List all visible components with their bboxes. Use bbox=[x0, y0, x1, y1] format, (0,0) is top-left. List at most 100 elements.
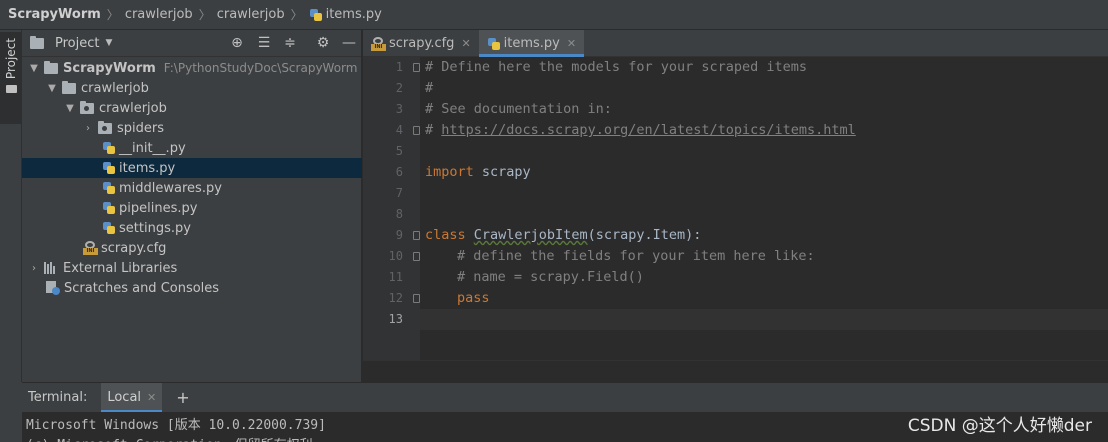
terminal-tab-label: Local bbox=[107, 390, 142, 405]
tree-item-label: items.py bbox=[119, 160, 176, 176]
code-area[interactable]: # Define here the models for your scrape… bbox=[420, 57, 1108, 360]
project-panel-header: Project ▼ ⊕ ☰ ≑ ⚙ — bbox=[22, 30, 361, 57]
chevron-down-icon[interactable]: ▼ bbox=[105, 38, 112, 48]
tree-item-label: settings.py bbox=[119, 220, 191, 236]
line-number: 7 bbox=[395, 186, 403, 200]
tree-item-label: crawlerjob bbox=[81, 80, 149, 96]
close-icon[interactable]: ✕ bbox=[567, 37, 576, 50]
folder-icon bbox=[5, 85, 17, 94]
line-number: 1 bbox=[395, 60, 403, 74]
terminal-title: Terminal: bbox=[28, 390, 88, 405]
breadcrumb-project[interactable]: ScrapyWorm bbox=[8, 7, 101, 22]
doc-link[interactable]: https://docs.scrapy.org/en/latest/topics… bbox=[441, 122, 856, 138]
code-editor[interactable]: 1 2 3 4 5 6 7 8 9 10 11 12 13 # Define h… bbox=[363, 57, 1108, 382]
line-number: 10 bbox=[388, 249, 403, 263]
breadcrumb-file[interactable]: items.py bbox=[326, 7, 382, 22]
chevron-down-icon[interactable]: ▼ bbox=[28, 63, 40, 74]
line-number: 5 bbox=[395, 144, 403, 158]
line-number: 6 bbox=[395, 165, 403, 179]
chevron-down-icon[interactable]: ▼ bbox=[46, 83, 58, 94]
python-file-icon bbox=[102, 161, 116, 175]
tree-item-label: crawlerjob bbox=[99, 100, 167, 116]
code-line: import scrapy bbox=[425, 162, 531, 183]
code-line: # Define here the models for your scrape… bbox=[425, 59, 808, 75]
left-tool-stripe: Project bbox=[0, 30, 22, 382]
left-tool-stripe-bottom bbox=[0, 382, 22, 442]
project-view-selector[interactable]: Project bbox=[55, 36, 99, 51]
python-file-icon bbox=[102, 181, 116, 195]
gear-icon[interactable]: ⚙ bbox=[314, 34, 332, 52]
tree-item-label: Scratches and Consoles bbox=[64, 280, 220, 296]
code-line: # See documentation in: bbox=[425, 101, 612, 117]
breadcrumb-folder[interactable]: crawlerjob bbox=[125, 7, 193, 22]
breadcrumb-separator-icon: 〉 bbox=[198, 8, 211, 22]
breadcrumb-separator-icon: 〉 bbox=[106, 8, 119, 22]
breadcrumb: ScrapyWorm 〉 crawlerjob 〉 crawlerjob 〉 i… bbox=[0, 0, 1108, 30]
tab-items-py[interactable]: items.py ✕ bbox=[478, 30, 585, 57]
code-line: # bbox=[425, 80, 434, 96]
editor-bottom-area bbox=[363, 360, 1108, 382]
locate-icon[interactable]: ⊕ bbox=[228, 34, 246, 52]
fold-icon[interactable] bbox=[413, 231, 420, 240]
fold-icon[interactable] bbox=[413, 252, 420, 261]
tree-item-scrapy-cfg[interactable]: INI scrapy.cfg bbox=[22, 238, 362, 258]
folder-icon bbox=[62, 80, 76, 94]
tree-item-spiders[interactable]: › spiders bbox=[22, 118, 362, 138]
config-file-icon: INI bbox=[83, 241, 98, 255]
python-file-icon bbox=[487, 37, 501, 51]
tree-item-label: spiders bbox=[117, 120, 165, 136]
collapse-all-icon[interactable]: ≑ bbox=[281, 34, 299, 52]
folder-icon bbox=[30, 35, 44, 49]
tree-item-crawlerjob-folder[interactable]: ▼ crawlerjob bbox=[22, 78, 362, 98]
line-number: 8 bbox=[395, 207, 403, 221]
keyword-token: class bbox=[425, 227, 466, 243]
code-line: pass bbox=[457, 290, 490, 306]
expand-all-icon[interactable]: ☰ bbox=[255, 34, 273, 52]
add-terminal-icon[interactable]: + bbox=[176, 388, 189, 407]
line-number: 9 bbox=[395, 228, 403, 242]
tab-label: scrapy.cfg bbox=[389, 36, 455, 51]
tree-item-pipelines-py[interactable]: pipelines.py bbox=[22, 198, 362, 218]
project-tool-button[interactable]: Project bbox=[0, 32, 22, 124]
tree-item-external-libraries[interactable]: › External Libraries bbox=[22, 258, 362, 278]
tree-item-label: pipelines.py bbox=[119, 200, 198, 216]
tree-item-init-py[interactable]: __init__.py bbox=[22, 138, 362, 158]
tree-item-scrapyworm[interactable]: ▼ ScrapyWorm F:\PythonStudyDoc\ScrapyWor… bbox=[22, 58, 362, 78]
chevron-right-icon[interactable]: › bbox=[28, 263, 40, 274]
fold-icon[interactable] bbox=[413, 126, 420, 135]
tree-item-items-py[interactable]: items.py bbox=[22, 158, 362, 178]
terminal-tab-local[interactable]: Local ✕ bbox=[101, 382, 163, 413]
tree-item-settings-py[interactable]: settings.py bbox=[22, 218, 362, 238]
tree-item-middlewares-py[interactable]: middlewares.py bbox=[22, 178, 362, 198]
comment-token: # bbox=[425, 122, 442, 138]
fold-icon[interactable] bbox=[413, 63, 420, 72]
identifier-token: (scrapy.Item): bbox=[587, 227, 702, 243]
chevron-right-icon[interactable]: › bbox=[82, 123, 94, 134]
terminal-line: Microsoft Windows [版本 10.0.22000.739] bbox=[26, 418, 326, 433]
terminal-header: Terminal: Local ✕ + bbox=[22, 382, 1108, 413]
close-icon[interactable]: ✕ bbox=[147, 391, 156, 404]
python-file-icon bbox=[102, 201, 116, 215]
python-file-icon bbox=[102, 221, 116, 235]
line-number-gutter: 1 2 3 4 5 6 7 8 9 10 11 12 13 bbox=[363, 57, 420, 360]
python-file-icon bbox=[309, 8, 323, 22]
tree-item-scratches[interactable]: Scratches and Consoles bbox=[22, 278, 362, 298]
tree-item-crawlerjob-package[interactable]: ▼ crawlerjob bbox=[22, 98, 362, 118]
breadcrumb-separator-icon: 〉 bbox=[290, 8, 303, 22]
tree-item-label: External Libraries bbox=[63, 260, 178, 276]
chevron-down-icon[interactable]: ▼ bbox=[64, 103, 76, 114]
config-file-icon: INI bbox=[371, 36, 386, 51]
project-panel: Project ▼ ⊕ ☰ ≑ ⚙ — ▼ ScrapyWorm F:\Pyth… bbox=[22, 30, 362, 382]
terminal-line: (c) Microsoft Corporation。保留所有权利。 bbox=[26, 434, 326, 442]
tree-item-label: ScrapyWorm bbox=[63, 60, 156, 76]
code-line: # define the fields for your item here l… bbox=[457, 248, 815, 264]
line-number: 11 bbox=[388, 270, 403, 284]
tab-scrapy-cfg[interactable]: INI scrapy.cfg ✕ bbox=[363, 30, 479, 57]
fold-icon[interactable] bbox=[413, 294, 420, 303]
minimize-icon[interactable]: — bbox=[340, 34, 358, 52]
breadcrumb-package[interactable]: crawlerjob bbox=[217, 7, 285, 22]
close-icon[interactable]: ✕ bbox=[461, 37, 470, 50]
code-line: # name = scrapy.Field() bbox=[457, 269, 644, 285]
line-number: 4 bbox=[395, 123, 403, 137]
folder-icon bbox=[44, 60, 58, 74]
